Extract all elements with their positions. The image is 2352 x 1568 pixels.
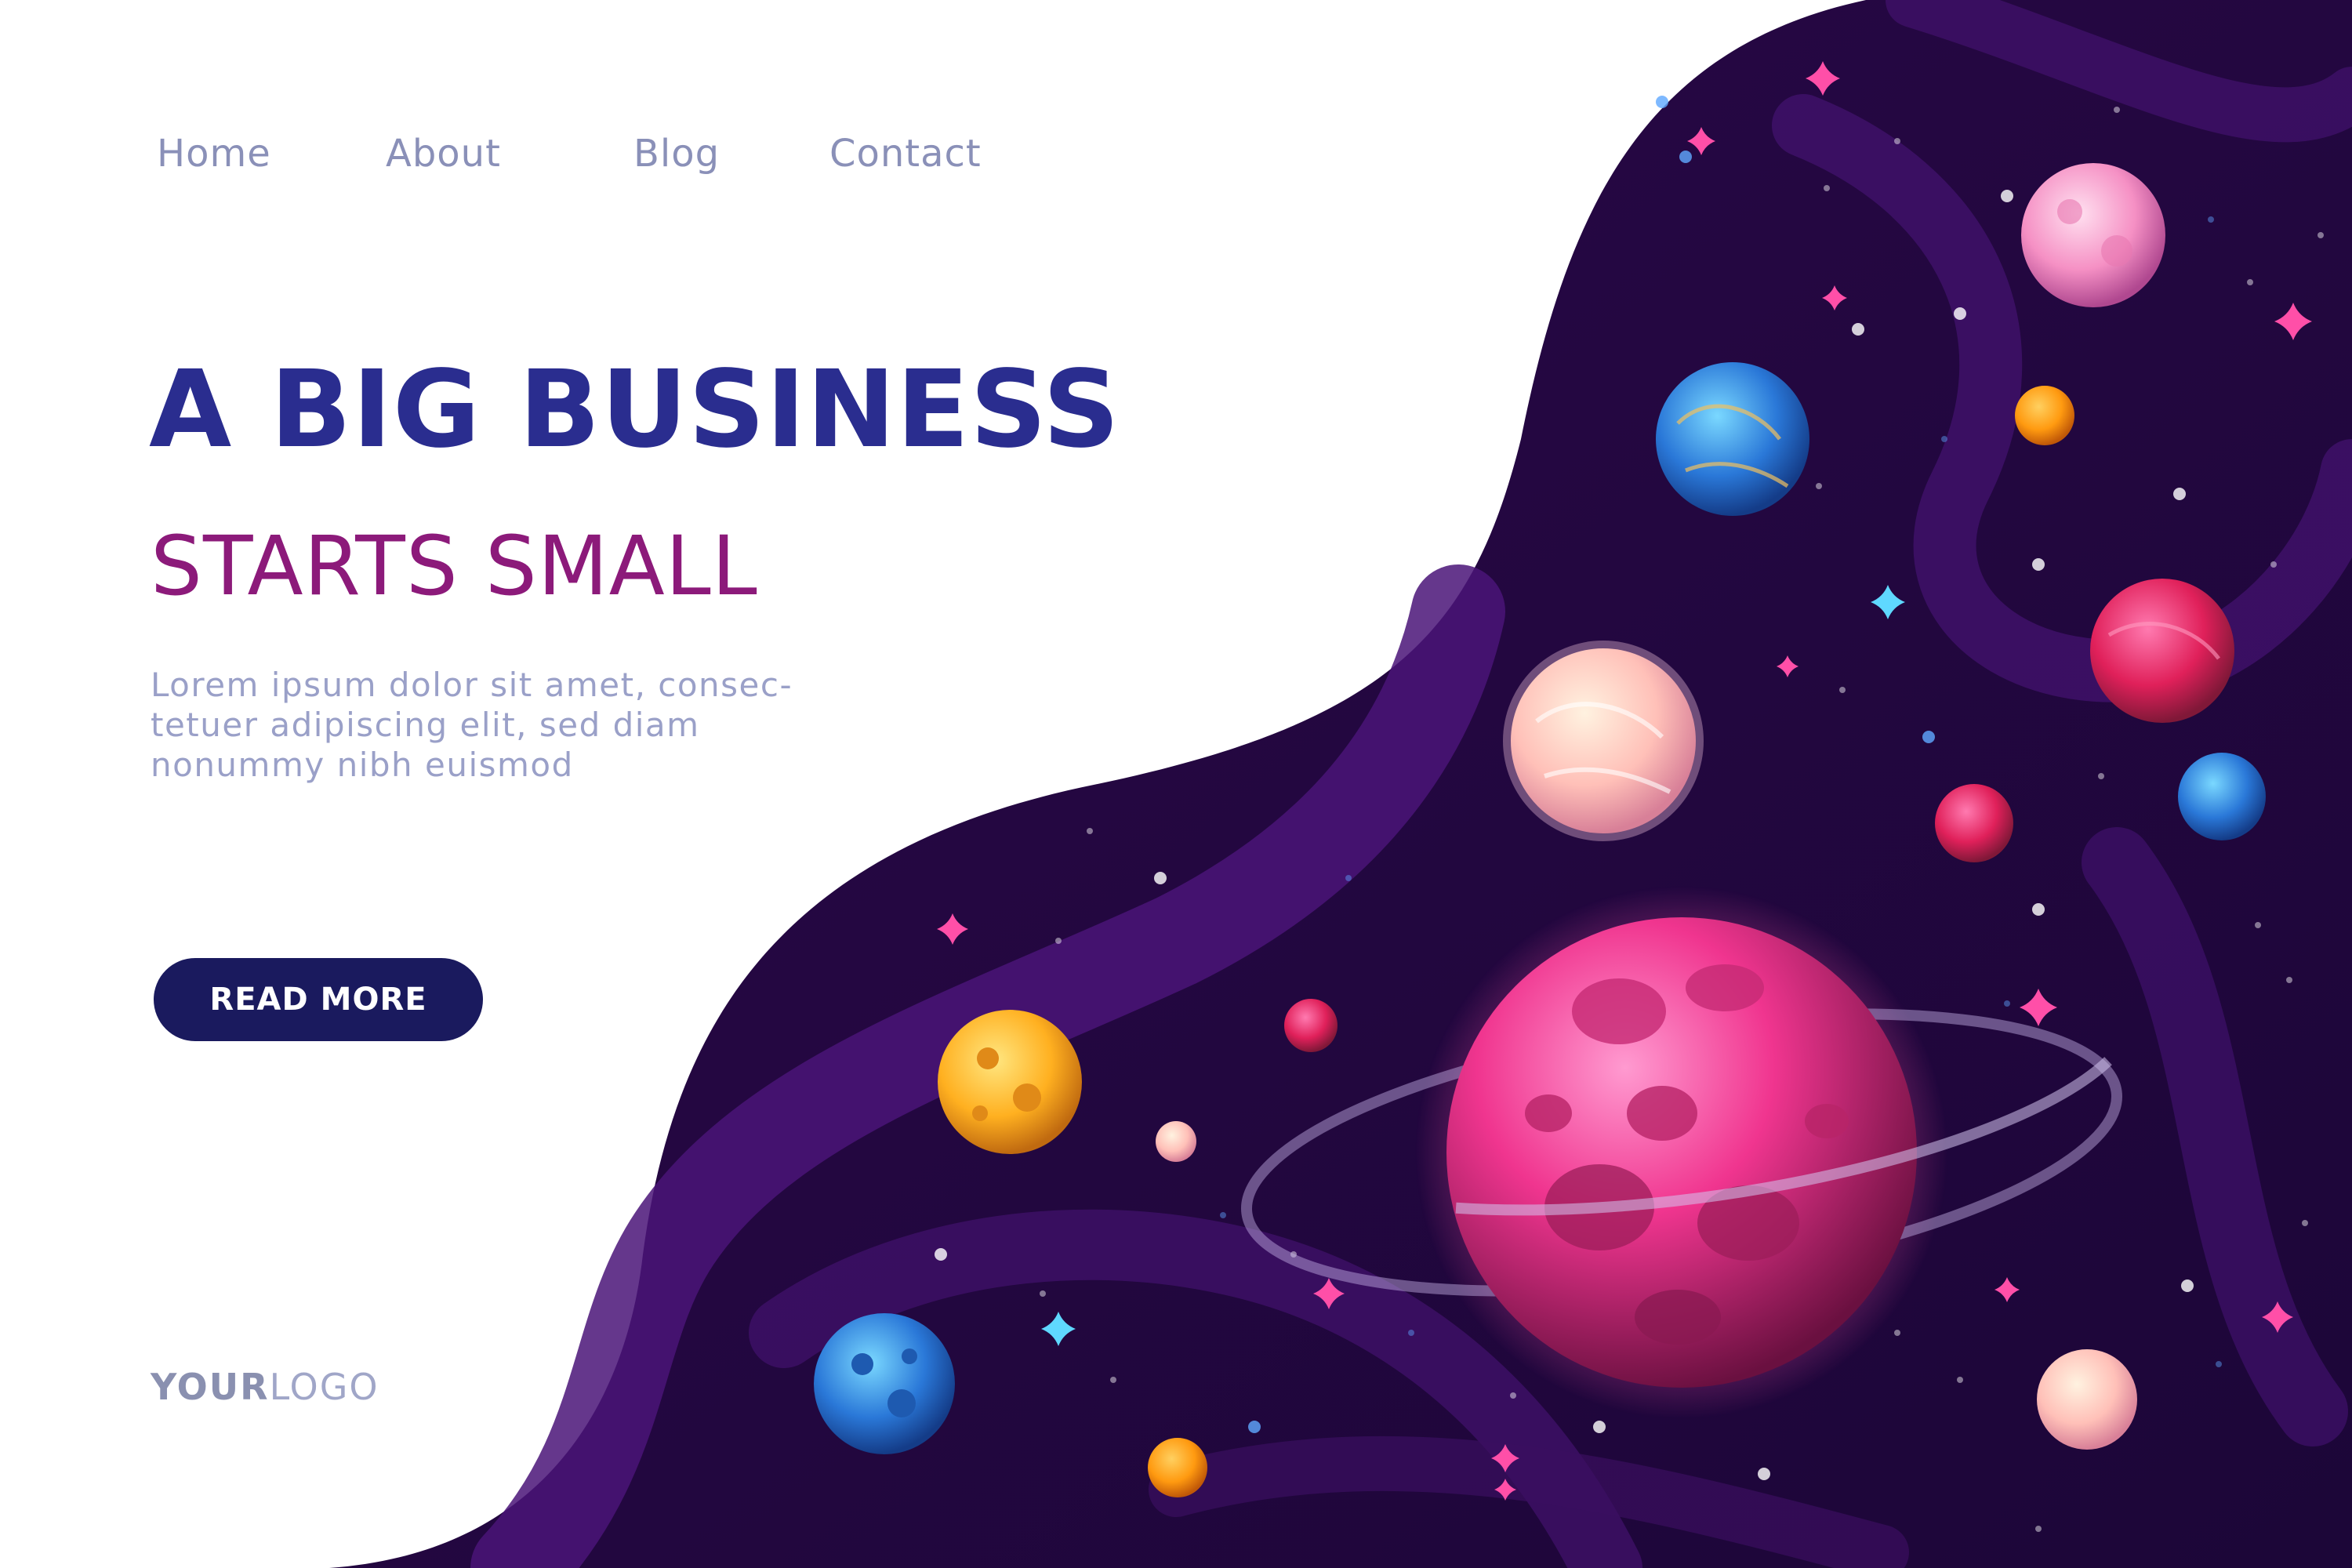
star xyxy=(1087,828,1093,834)
star xyxy=(1816,483,1822,489)
star xyxy=(1758,1468,1770,1480)
star xyxy=(1954,307,1966,320)
star xyxy=(2318,232,2324,238)
star xyxy=(2247,279,2253,285)
nav-contact[interactable]: Contact xyxy=(829,132,982,176)
star xyxy=(2004,1000,2010,1007)
tiny-pink-moon xyxy=(1284,999,1338,1052)
star xyxy=(2173,488,2186,500)
star xyxy=(1510,1392,1516,1399)
star xyxy=(1248,1421,1261,1433)
cream-swirl-planet xyxy=(1503,641,1704,841)
star xyxy=(2255,922,2261,928)
star xyxy=(1922,731,1935,743)
blue-crater-planet-small xyxy=(2178,753,2266,840)
nav-blog[interactable]: Blog xyxy=(633,132,720,176)
hero-description: Lorem ipsum dolor sit amet, consec- tetu… xyxy=(151,665,856,785)
star xyxy=(1055,938,1062,944)
star xyxy=(1894,138,1900,144)
star xyxy=(1852,323,1864,336)
star xyxy=(1593,1421,1606,1433)
logo[interactable]: YOURLOGO xyxy=(151,1366,379,1408)
star xyxy=(1679,151,1692,163)
logo-light-text: LOGO xyxy=(269,1366,379,1408)
magenta-swirl-planet xyxy=(2090,579,2234,723)
orange-small-planet xyxy=(2015,386,2074,445)
hero-subtitle: STARTS SMALL xyxy=(151,518,758,614)
star xyxy=(1941,436,1947,442)
star xyxy=(1040,1290,1046,1297)
star xyxy=(2286,977,2292,983)
star xyxy=(2035,1526,2042,1532)
star xyxy=(1220,1212,1226,1218)
star xyxy=(1581,169,1587,176)
tiny-cream-moon xyxy=(1156,1121,1196,1162)
blue-crater-planet xyxy=(814,1313,955,1454)
nav-home[interactable]: Home xyxy=(157,132,271,176)
star xyxy=(2302,1220,2308,1226)
star xyxy=(935,1248,947,1261)
star xyxy=(2181,1279,2194,1292)
star xyxy=(1345,875,1352,881)
star xyxy=(1894,1330,1900,1336)
hero-description-line: Lorem ipsum dolor sit amet, consec- xyxy=(151,666,793,704)
nav-about[interactable]: About xyxy=(386,132,501,176)
star xyxy=(2098,773,2104,779)
pale-pink-planet xyxy=(2037,1349,2137,1450)
star xyxy=(2032,558,2045,571)
star xyxy=(2270,561,2277,568)
read-more-button[interactable]: READ MORE xyxy=(154,958,483,1041)
star xyxy=(1110,1377,1116,1383)
light-pink-planet xyxy=(2021,163,2165,307)
star xyxy=(2216,1361,2222,1367)
star xyxy=(2032,903,2045,916)
yellow-crater-planet xyxy=(938,1010,1082,1154)
star xyxy=(1154,872,1167,884)
star xyxy=(2208,216,2214,223)
star xyxy=(1839,687,1846,693)
orange-tiny-planet xyxy=(1148,1438,1207,1497)
star xyxy=(2114,107,2120,113)
blue-swirl-planet xyxy=(1656,362,1809,516)
logo-bold-text: YOUR xyxy=(151,1366,270,1408)
hero-description-line: nonummy nibh euismod xyxy=(151,746,574,784)
star xyxy=(1408,1330,1414,1336)
star xyxy=(1656,96,1668,108)
star xyxy=(2001,190,2013,202)
hero-description-line: tetuer adipiscing elit, sed diam xyxy=(151,706,700,744)
hero-title: A BIG BUSINESS xyxy=(149,348,1120,472)
star xyxy=(1957,1377,1963,1383)
star xyxy=(1824,185,1830,191)
magenta-small-planet xyxy=(1935,784,2013,862)
